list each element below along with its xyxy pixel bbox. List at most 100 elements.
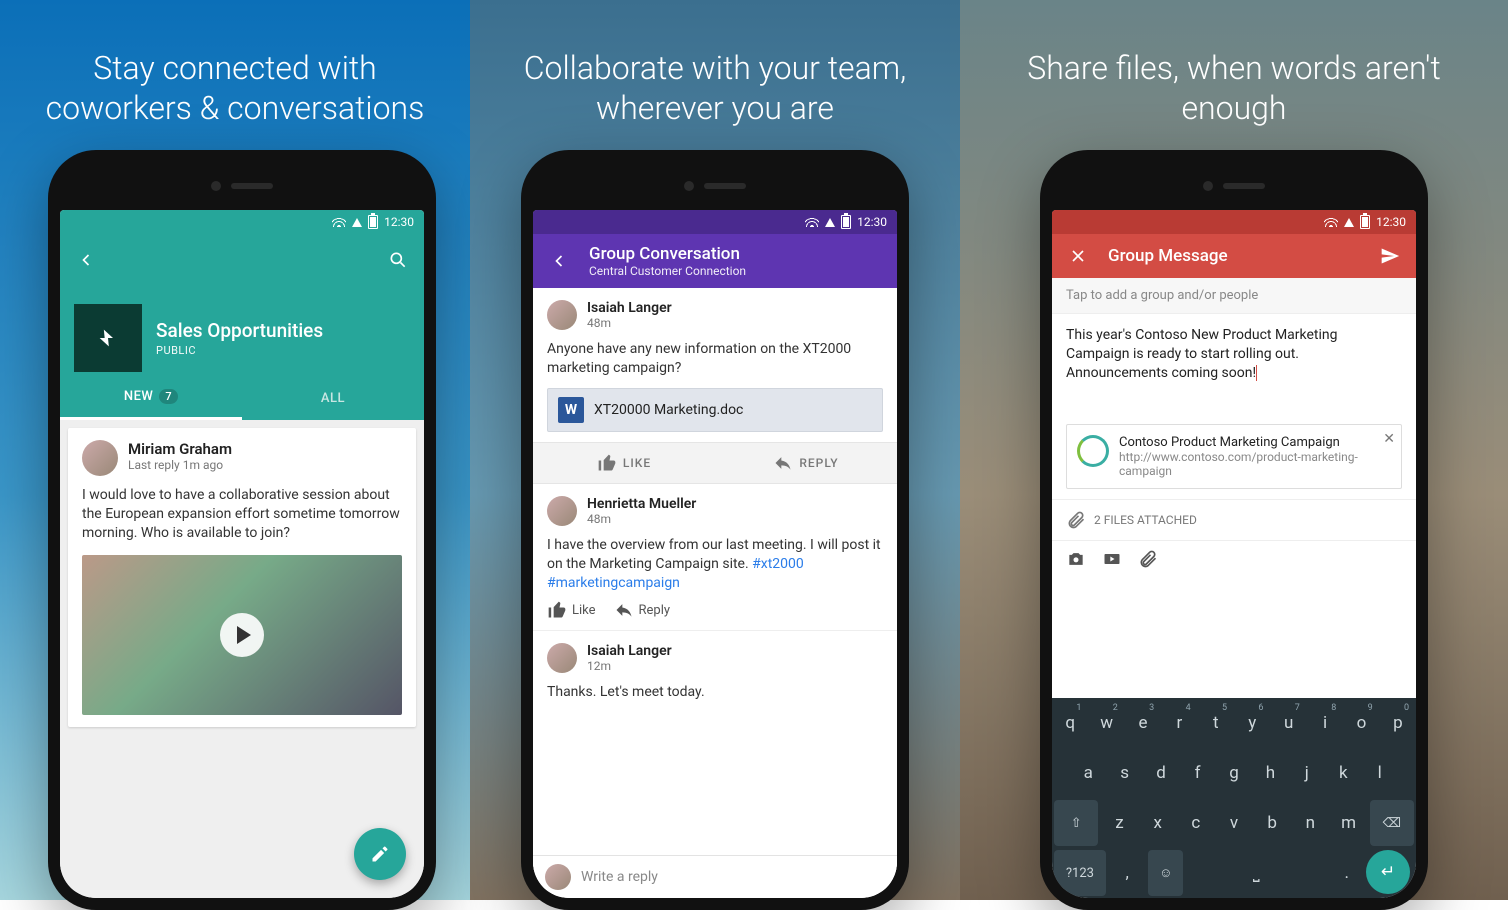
battery-icon	[1360, 215, 1370, 229]
link-favicon	[1077, 435, 1109, 467]
key-m[interactable]: m	[1331, 800, 1365, 846]
key-t[interactable]: t5	[1200, 700, 1232, 746]
wifi-icon	[805, 217, 819, 227]
post-3: Isaiah Langer 12m Thanks. Let's meet tod…	[533, 630, 897, 712]
tab-all[interactable]: ALL	[242, 376, 424, 420]
key-f[interactable]: f	[1181, 750, 1213, 796]
status-time: 12:30	[857, 215, 887, 229]
attachments-row[interactable]: 2 FILES ATTACHED	[1052, 499, 1416, 540]
key-u[interactable]: u7	[1272, 700, 1304, 746]
key-w[interactable]: w2	[1090, 700, 1122, 746]
cell-icon	[825, 218, 835, 227]
author-avatar	[547, 496, 577, 526]
close-button[interactable]	[1066, 244, 1090, 268]
tab-new[interactable]: NEW 7	[60, 376, 242, 420]
post-meta: 48m	[587, 316, 672, 330]
status-time: 12:30	[384, 215, 414, 229]
key-s[interactable]: s	[1108, 750, 1140, 796]
compose-field[interactable]: This year's Contoso New Product Marketin…	[1052, 314, 1416, 414]
conversation-title: Group Conversation	[589, 244, 746, 264]
camera-button[interactable]	[1066, 549, 1086, 573]
wifi-icon	[1324, 217, 1338, 227]
reply-link[interactable]: Reply	[614, 600, 671, 620]
key-n[interactable]: n	[1293, 800, 1327, 846]
post-2: Henrietta Mueller 48m I have the overvie…	[533, 484, 897, 631]
link-preview[interactable]: Contoso Product Marketing Campaign http:…	[1066, 424, 1402, 489]
key-i[interactable]: i8	[1309, 700, 1341, 746]
like-button[interactable]: LIKE	[533, 443, 715, 483]
key-k[interactable]: k	[1327, 750, 1359, 796]
search-button[interactable]	[386, 248, 410, 272]
post-video[interactable]	[82, 555, 402, 715]
file-attachment[interactable]: W XT20000 Marketing.doc	[547, 388, 883, 432]
status-time: 12:30	[1376, 215, 1406, 229]
remove-link-button[interactable]: ✕	[1383, 431, 1395, 447]
phone-3: 12:30 Group Message Tap to add a group a…	[1040, 150, 1428, 910]
headline-2: Collaborate with your team, wherever you…	[470, 40, 960, 135]
key-y[interactable]: y6	[1236, 700, 1268, 746]
key-g[interactable]: g	[1218, 750, 1250, 796]
group-visibility: PUBLIC	[156, 344, 323, 357]
post-text: I would love to have a collaborative ses…	[82, 486, 402, 543]
group-header: 12:30 Sales Opportunities PUBLIC NEW	[60, 210, 424, 420]
enter-key[interactable]: ↵	[1366, 850, 1410, 894]
author-avatar	[82, 440, 118, 476]
send-button[interactable]	[1378, 244, 1402, 268]
reply-input[interactable]: Write a reply	[581, 869, 885, 885]
reply-bar[interactable]: Write a reply	[533, 855, 897, 896]
author-avatar	[547, 300, 577, 330]
feed-post[interactable]: Miriam Graham Last reply 1m ago I would …	[68, 428, 416, 727]
group-avatar	[74, 304, 142, 372]
key-r[interactable]: r4	[1163, 700, 1195, 746]
author-name: Isaiah Langer	[587, 643, 672, 659]
key-v[interactable]: v	[1217, 800, 1251, 846]
word-icon: W	[558, 397, 584, 423]
video-button[interactable]	[1102, 549, 1122, 573]
key-b[interactable]: b	[1255, 800, 1289, 846]
reply-button[interactable]: REPLY	[715, 443, 897, 483]
compose-fab[interactable]	[354, 828, 406, 880]
play-icon	[220, 613, 264, 657]
shift-key[interactable]: ⇧	[1054, 800, 1098, 846]
key-j[interactable]: j	[1291, 750, 1323, 796]
phone-2: 12:30 Group Conversation Central Custome…	[521, 150, 909, 910]
status-bar: 12:30	[533, 210, 897, 234]
like-link[interactable]: Like	[547, 600, 596, 620]
screen-title: Group Message	[1108, 246, 1228, 266]
back-button[interactable]	[547, 249, 571, 273]
post-meta: 48m	[587, 512, 696, 526]
author-name: Henrietta Mueller	[587, 496, 696, 512]
emoji-key[interactable]: ☺	[1148, 850, 1183, 896]
backspace-key[interactable]: ⌫	[1370, 800, 1414, 846]
key-q[interactable]: q1	[1054, 700, 1086, 746]
headline-1: Stay connected with coworkers & conversa…	[0, 40, 470, 135]
comma-key[interactable]: ,	[1110, 850, 1145, 896]
space-key[interactable]: ⎵	[1187, 850, 1325, 896]
symbols-key[interactable]: ?123	[1054, 850, 1106, 896]
key-a[interactable]: a	[1072, 750, 1104, 796]
my-avatar	[545, 864, 571, 890]
back-button[interactable]	[74, 248, 98, 272]
period-key[interactable]: .	[1329, 850, 1364, 896]
key-h[interactable]: h	[1254, 750, 1286, 796]
key-o[interactable]: o9	[1345, 700, 1377, 746]
key-e[interactable]: e3	[1127, 700, 1159, 746]
key-p[interactable]: p0	[1382, 700, 1414, 746]
file-name: XT20000 Marketing.doc	[594, 402, 743, 418]
key-x[interactable]: x	[1141, 800, 1175, 846]
cell-icon	[1344, 218, 1354, 227]
attach-button[interactable]	[1138, 549, 1158, 573]
key-d[interactable]: d	[1145, 750, 1177, 796]
post-meta: 12m	[587, 659, 672, 673]
post-meta: Last reply 1m ago	[128, 458, 232, 472]
recipients-field[interactable]: Tap to add a group and/or people	[1052, 278, 1416, 314]
link-url: http://www.contoso.com/product-marketing…	[1119, 450, 1371, 478]
key-c[interactable]: c	[1179, 800, 1213, 846]
key-l[interactable]: l	[1364, 750, 1396, 796]
key-z[interactable]: z	[1102, 800, 1136, 846]
group-name: Sales Opportunities	[156, 319, 323, 342]
author-avatar	[547, 643, 577, 673]
post-text: Anyone have any new information on the X…	[547, 340, 883, 378]
keyboard[interactable]: q1w2e3r4t5y6u7i8o9p0 asdfghjkl ⇧ zxcvbnm…	[1052, 698, 1416, 898]
link-title: Contoso Product Marketing Campaign	[1119, 435, 1371, 450]
